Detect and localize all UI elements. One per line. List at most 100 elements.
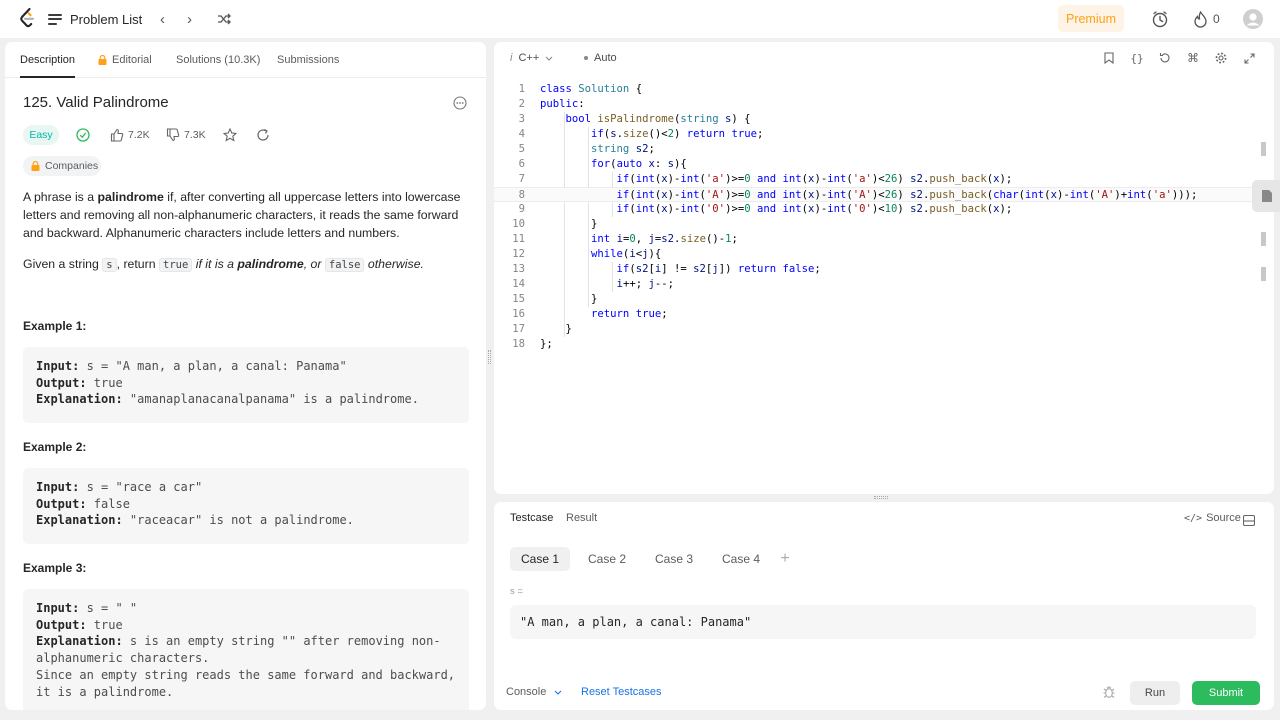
dot-icon — [584, 56, 588, 60]
shuffle-icon[interactable] — [217, 0, 231, 38]
tab-testcase[interactable]: Testcase — [510, 512, 553, 524]
companies-tag[interactable]: Companies — [23, 156, 101, 176]
premium-button[interactable]: Premium — [1058, 5, 1124, 32]
tab-solutions[interactable]: Solutions (10.3K) — [176, 42, 260, 78]
layout-icon[interactable] — [1242, 513, 1256, 531]
horizontal-resize-handle[interactable] — [874, 496, 888, 499]
code-line: 16 return true; — [512, 308, 668, 320]
reset-icon[interactable] — [1158, 51, 1172, 65]
menu-icon — [48, 13, 62, 25]
favorite-star-icon[interactable] — [223, 126, 237, 144]
avatar[interactable] — [1243, 0, 1263, 38]
next-problem-icon[interactable]: › — [187, 0, 192, 38]
tab-editorial[interactable]: Editorial — [98, 42, 152, 78]
like-button[interactable]: 7.2K — [110, 126, 150, 144]
code-line: 9 if(int(x)-int('0')>=0 and int(x)-int('… — [518, 203, 1013, 215]
run-button[interactable]: Run — [1130, 681, 1180, 705]
reset-testcases-link[interactable]: Reset Testcases — [581, 686, 662, 698]
thumbs-up-icon — [110, 128, 124, 142]
submit-button[interactable]: Submit — [1192, 681, 1260, 705]
code-icon: </> — [1184, 512, 1203, 524]
scrollbar-marker[interactable] — [1261, 142, 1266, 156]
lock-icon — [98, 55, 107, 65]
code-line: 15 } — [512, 293, 598, 305]
format-braces-icon[interactable]: {} — [1130, 51, 1144, 65]
code-line: 18}; — [512, 338, 553, 350]
debug-bug-icon[interactable] — [1102, 685, 1116, 704]
fullscreen-icon[interactable] — [1242, 51, 1256, 65]
code-line: 3 bool isPalindrome(string s) { — [518, 113, 751, 125]
dislike-count: 7.3K — [184, 129, 206, 141]
code-line: 5 string s2; — [518, 143, 655, 155]
vertical-resize-handle[interactable] — [488, 350, 491, 364]
chevron-down-icon — [545, 56, 553, 61]
code-area[interactable]: 1 class Solution { 2 public: 3 bool isPali… — [494, 82, 1274, 352]
case-tab-2[interactable]: Case 2 — [577, 547, 637, 571]
description-panel: Description Editorial Solutions (10.3K) … — [5, 42, 486, 710]
example-2-box: Input: s = "race a car" Output: false Ex… — [23, 468, 469, 544]
code-editor-panel: i C++ Auto {} ⌘ 1 class Solution { 2 publi… — [494, 42, 1274, 494]
add-case-button[interactable]: + — [775, 547, 795, 571]
console-label: Console — [506, 686, 547, 698]
timer-icon[interactable] — [1151, 0, 1169, 38]
code-line: 11 int i=0, j=s2.size()-1; — [512, 233, 738, 245]
solved-icon — [76, 126, 90, 144]
tab-submissions[interactable]: Submissions — [277, 42, 339, 78]
variable-label: s = — [510, 586, 523, 597]
code-line-current: 8 if(int(x)-int('A')>=0 and int(x)-int('… — [494, 187, 1274, 202]
case-tab-1[interactable]: Case 1 — [510, 547, 570, 571]
code-line: 2 public: — [518, 98, 585, 110]
case-tab-3[interactable]: Case 3 — [644, 547, 704, 571]
problem-list-link[interactable]: Problem List — [48, 0, 142, 38]
language-select[interactable]: i C++ — [510, 52, 553, 64]
streak-count: 0 — [1213, 12, 1220, 26]
dislike-button[interactable]: 7.3K — [166, 126, 206, 144]
bookmark-icon[interactable] — [1102, 51, 1116, 65]
scrollbar-marker[interactable] — [1261, 267, 1266, 281]
code-line: 17 } — [512, 323, 572, 335]
leetcode-logo-icon[interactable] — [18, 8, 36, 28]
problem-title: 125. Valid Palindrome — [23, 94, 169, 111]
scrollbar-marker[interactable] — [1261, 232, 1266, 246]
code-line: 7 if(int(x)-int('a')>=0 and int(x)-int('… — [518, 173, 1013, 185]
share-icon[interactable] — [256, 126, 270, 144]
source-button[interactable]: </> Source — [1184, 512, 1241, 524]
code-line: 4 if(s.size()<2) return true; — [518, 128, 764, 140]
console-toggle[interactable]: Console — [506, 686, 562, 698]
code-line: 6 for(auto x: s){ — [518, 158, 687, 170]
example-1-box: Input: s = "A man, a plan, a canal: Pana… — [23, 347, 469, 423]
document-icon — [1262, 190, 1272, 202]
companies-label: Companies — [45, 160, 99, 172]
code-line: 14 i++; j--; — [512, 278, 674, 290]
description-tabs: Description Editorial Solutions (10.3K) … — [5, 42, 486, 78]
difficulty-badge: Easy — [23, 125, 59, 145]
like-count: 7.2K — [128, 129, 150, 141]
streak-counter[interactable]: 0 — [1193, 0, 1220, 38]
chevron-down-icon — [554, 690, 562, 695]
more-options-icon[interactable] — [453, 96, 467, 115]
example-1-title: Example 1: — [23, 319, 87, 333]
problem-list-label: Problem List — [70, 11, 143, 27]
prev-problem-icon[interactable]: ‹ — [160, 0, 165, 38]
fire-icon — [1194, 10, 1207, 28]
shortcuts-icon[interactable]: ⌘ — [1186, 51, 1200, 65]
settings-gear-icon[interactable] — [1214, 51, 1228, 65]
language-label: C++ — [518, 52, 540, 64]
tab-editorial-label: Editorial — [112, 54, 152, 66]
editor-actions: {} ⌘ — [1102, 51, 1256, 65]
code-line: 12 while(i<j){ — [512, 248, 662, 260]
thumbs-down-icon — [166, 128, 180, 142]
top-nav: Problem List ‹ › Premium 0 — [0, 0, 1280, 38]
tab-description[interactable]: Description — [20, 42, 76, 78]
testcase-input[interactable]: "A man, a plan, a canal: Panama" — [510, 605, 1256, 639]
source-label: Source — [1206, 512, 1241, 524]
tab-result[interactable]: Result — [566, 512, 597, 524]
side-notes-tab[interactable] — [1252, 180, 1280, 212]
case-tab-4[interactable]: Case 4 — [711, 547, 771, 571]
auto-mode[interactable]: Auto — [584, 52, 617, 64]
problem-paragraph-1: A phrase is a palindrome if, after conve… — [23, 190, 461, 240]
testcase-panel: Testcase Result </> Source Case 1 Case 2… — [494, 502, 1274, 710]
editor-toolbar: i C++ Auto {} ⌘ — [494, 42, 1274, 78]
code-line: 13 if(s2[i] != s2[j]) return false; — [512, 263, 821, 275]
example-3-title: Example 3: — [23, 561, 87, 575]
